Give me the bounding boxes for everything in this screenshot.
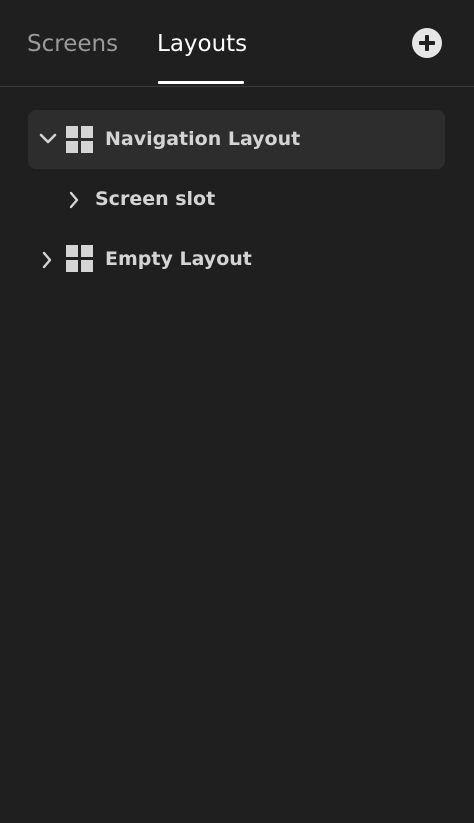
grid-icon (66, 245, 93, 272)
active-tab-indicator (158, 81, 244, 84)
tab-screens[interactable]: Screens (27, 28, 118, 60)
tab-bar: Screens Layouts (0, 0, 474, 87)
chevron-right-icon[interactable] (38, 251, 56, 269)
tree-item-empty-layout[interactable]: Empty Layout (28, 230, 445, 289)
tree-item-label: Empty Layout (105, 248, 252, 270)
add-layout-button[interactable] (412, 28, 442, 58)
tab-layouts[interactable]: Layouts (157, 28, 247, 60)
tree-item-screen-slot[interactable]: Screen slot (28, 170, 445, 229)
tree-item-navigation-layout[interactable]: Navigation Layout (28, 110, 445, 169)
chevron-right-icon[interactable] (65, 191, 83, 209)
tree-item-label: Screen slot (95, 188, 216, 210)
layouts-panel: Screens Layouts Navigation Layout Screen… (0, 0, 474, 823)
chevron-down-icon[interactable] (39, 130, 57, 148)
grid-icon (66, 126, 93, 153)
tree-item-label: Navigation Layout (105, 128, 301, 150)
